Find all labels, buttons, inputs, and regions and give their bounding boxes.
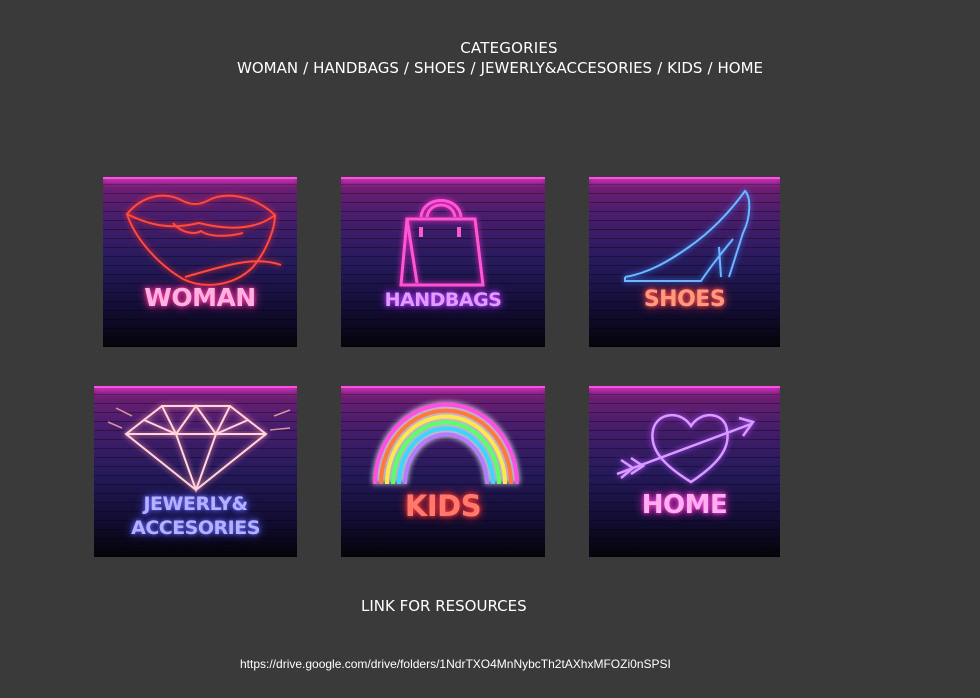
- nav-separator: /: [303, 59, 309, 77]
- tile-label-line-1: JEWERLY&: [143, 493, 248, 515]
- nav-link-kids[interactable]: KIDS: [667, 59, 702, 77]
- tile-label: KIDS: [404, 489, 482, 523]
- header: CATEGORIES: [0, 39, 980, 57]
- nav-link-home[interactable]: HOME: [718, 59, 764, 77]
- category-tile-woman[interactable]: WOMAN: [103, 177, 297, 347]
- category-tile-home[interactable]: HOME: [589, 386, 780, 557]
- nav-separator: /: [657, 59, 663, 77]
- nav-link-handbags[interactable]: HANDBAGS: [313, 59, 399, 77]
- category-tile-handbags[interactable]: HANDBAGS: [341, 177, 545, 347]
- tile-label: SHOES: [643, 287, 726, 312]
- category-tile-jewerly[interactable]: JEWERLY& ACCESORIES: [94, 386, 297, 557]
- resources-heading: LINK FOR RESOURCES: [361, 597, 527, 615]
- nav-link-woman[interactable]: WOMAN: [237, 59, 298, 77]
- rainbow-icon: [373, 402, 519, 485]
- category-nav: WOMAN / HANDBAGS / SHOES / JEWERLY&ACCESORIES /…: [237, 59, 763, 77]
- high-heel-icon: [624, 189, 751, 282]
- nav-separator: /: [707, 59, 713, 77]
- tile-label: HOME: [641, 490, 728, 520]
- tile-label: HANDBAGS: [384, 289, 502, 311]
- tile-label: JEWERLY& ACCESORIES: [94, 492, 297, 540]
- nav-link-jewerly[interactable]: JEWERLY&ACCESORIES: [481, 59, 652, 77]
- category-tile-kids[interactable]: KIDS: [341, 386, 545, 557]
- handbag-icon: [399, 199, 485, 287]
- categories-heading: CATEGORIES: [460, 39, 558, 57]
- resources-link[interactable]: https://drive.google.com/drive/folders/1…: [240, 657, 671, 671]
- lips-icon: [125, 194, 282, 286]
- nav-link-shoes[interactable]: SHOES: [414, 59, 466, 77]
- tile-label-line-2: ACCESORIES: [131, 517, 260, 539]
- nav-separator: /: [403, 59, 409, 77]
- tile-label: WOMAN: [144, 283, 256, 312]
- nav-separator: /: [470, 59, 476, 77]
- category-tile-shoes[interactable]: SHOES: [589, 177, 780, 347]
- heart-arrow-icon: [616, 414, 756, 484]
